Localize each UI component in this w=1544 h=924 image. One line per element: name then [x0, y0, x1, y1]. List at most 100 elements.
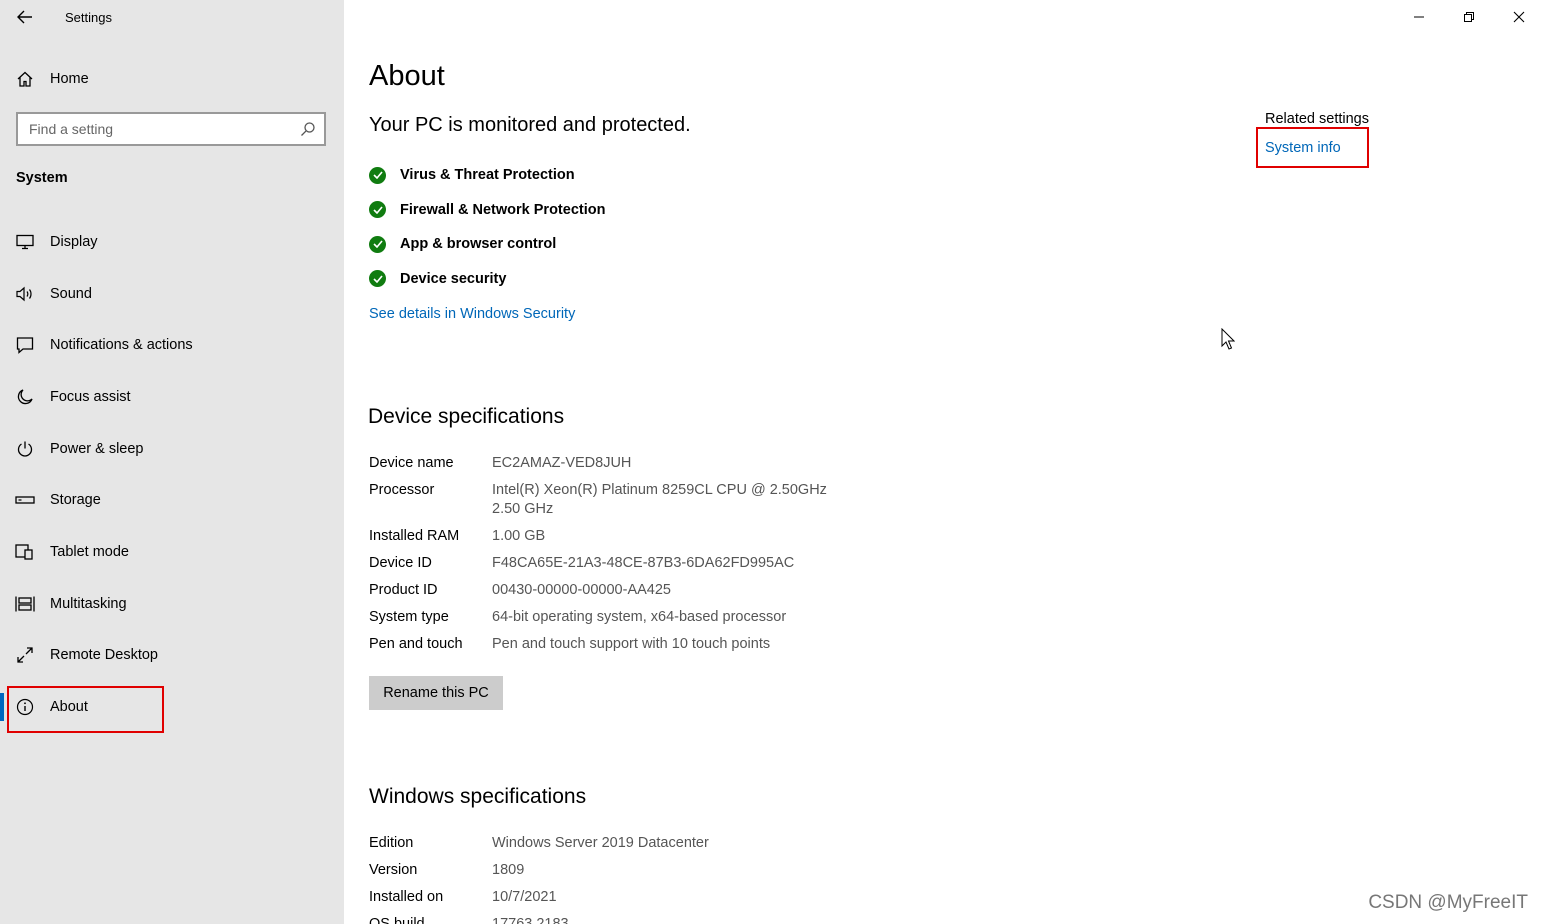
sidebar-item-display[interactable]: Display	[0, 216, 344, 268]
spec-key: Edition	[369, 835, 414, 851]
status-label: Device security	[400, 270, 507, 287]
sidebar-item-label: Remote Desktop	[50, 647, 158, 664]
back-arrow-icon	[17, 10, 32, 24]
storage-icon	[15, 490, 35, 510]
processor-name: Intel(R) Xeon(R) Platinum 8259CL CPU @ 2…	[492, 482, 827, 498]
system-info-link[interactable]: System info	[1265, 140, 1341, 156]
titlebar-left: Settings	[0, 0, 344, 36]
spec-row-pen-touch: Pen and touch Pen and touch support with…	[369, 635, 969, 654]
spec-value: 1.00 GB	[492, 528, 546, 544]
close-icon	[1513, 11, 1525, 23]
spec-key: Processor	[369, 482, 435, 498]
tablet-icon	[15, 542, 35, 562]
related-settings: Related settings	[1265, 111, 1369, 127]
sidebar-item-multitasking[interactable]: Multitasking	[0, 578, 344, 630]
search-box[interactable]	[16, 112, 326, 146]
rename-pc-button[interactable]: Rename this PC	[369, 676, 503, 710]
spec-key: Device name	[369, 455, 454, 471]
back-button[interactable]	[14, 6, 36, 28]
sidebar-item-sound[interactable]: Sound	[0, 268, 344, 320]
sidebar-item-focus-assist[interactable]: Focus assist	[0, 371, 344, 423]
status-label: App & browser control	[400, 236, 557, 253]
processor-speed: 2.50 GHz	[492, 501, 554, 517]
restore-button[interactable]	[1444, 0, 1494, 34]
minimize-icon	[1414, 16, 1424, 18]
spec-value: Windows Server 2019 Datacenter	[492, 835, 709, 851]
spec-key: Installed on	[369, 889, 444, 905]
spec-value: Pen and touch support with 10 touch poin…	[492, 636, 771, 652]
restore-icon	[1464, 12, 1474, 22]
sidebar-item-label: Notifications & actions	[50, 337, 193, 354]
windows-specs-heading: Windows specifications	[369, 785, 587, 808]
sidebar-item-remote-desktop[interactable]: Remote Desktop	[0, 630, 344, 682]
spec-value: EC2AMAZ-VED8JUH	[492, 455, 632, 471]
page-title: About	[369, 60, 445, 92]
watermark: CSDN @MyFreeIT	[1368, 892, 1528, 913]
windows-security-link[interactable]: See details in Windows Security	[369, 306, 575, 322]
spec-value: 00430-00000-00000-AA425	[492, 582, 671, 598]
spec-row-system-type: System type 64-bit operating system, x64…	[369, 608, 969, 627]
check-icon	[369, 270, 386, 288]
spec-key: Product ID	[369, 582, 438, 598]
sidebar-item-tablet-mode[interactable]: Tablet mode	[0, 526, 344, 578]
spec-key: Installed RAM	[369, 528, 460, 544]
main-content: About Your PC is monitored and protected…	[344, 0, 1544, 924]
spec-row-device-name: Device name EC2AMAZ-VED8JUH	[369, 454, 969, 473]
spec-value: 1809	[492, 862, 525, 878]
sidebar-item-storage[interactable]: Storage	[0, 474, 344, 526]
spec-row-version: Version 1809	[369, 861, 969, 880]
remote-desktop-icon	[15, 645, 35, 665]
sidebar-item-notifications[interactable]: Notifications & actions	[0, 319, 344, 371]
spec-key: Version	[369, 862, 418, 878]
spec-row-os-build: OS build 17763.2183	[369, 915, 969, 924]
status-label: Firewall & Network Protection	[400, 201, 606, 218]
mouse-cursor-icon	[1221, 328, 1235, 350]
home-icon	[15, 69, 35, 89]
status-label: Virus & Threat Protection	[400, 167, 575, 184]
window-controls	[1394, 0, 1544, 34]
sidebar-item-label: Display	[50, 233, 98, 250]
notification-icon	[15, 335, 35, 355]
spec-value: 10/7/2021	[492, 889, 557, 905]
spec-key: System type	[369, 609, 449, 625]
windows-specs-table: Edition Windows Server 2019 Datacenter V…	[369, 834, 969, 924]
spec-row-device-id: Device ID F48CA65E-21A3-48CE-87B3-6DA62F…	[369, 554, 969, 573]
search-input[interactable]	[18, 114, 288, 144]
check-icon	[369, 235, 386, 253]
spec-key: Pen and touch	[369, 636, 463, 652]
status-item: Device security	[369, 262, 605, 297]
spec-key: Device ID	[369, 555, 432, 571]
sidebar-nav-list: Display Sound Notifications & actions Fo…	[0, 216, 344, 733]
sidebar-item-power-sleep[interactable]: Power & sleep	[0, 423, 344, 475]
status-item: Firewall & Network Protection	[369, 193, 605, 228]
check-icon	[369, 201, 386, 219]
moon-icon	[15, 387, 35, 407]
protection-heading: Your PC is monitored and protected.	[369, 114, 691, 136]
spec-row-edition: Edition Windows Server 2019 Datacenter	[369, 834, 969, 853]
speaker-icon	[15, 284, 35, 304]
spec-row-installed-ram: Installed RAM 1.00 GB	[369, 527, 969, 546]
power-icon	[15, 439, 35, 459]
active-indicator	[0, 693, 4, 721]
spec-value: 17763.2183	[492, 916, 569, 924]
close-button[interactable]	[1494, 0, 1544, 34]
monitor-icon	[15, 232, 35, 252]
sidebar-item-label: Power & sleep	[50, 440, 144, 457]
status-item: Virus & Threat Protection	[369, 158, 605, 193]
status-item: App & browser control	[369, 227, 605, 262]
sidebar-item-label: Home	[50, 71, 89, 87]
sidebar-item-label: Storage	[50, 492, 101, 509]
sidebar: Settings Home System Display Sound	[0, 0, 344, 924]
sidebar-item-home[interactable]: Home	[0, 62, 344, 96]
section-label-system: System	[16, 170, 68, 186]
spec-value: Intel(R) Xeon(R) Platinum 8259CL CPU @ 2…	[492, 481, 827, 519]
search-icon[interactable]	[300, 121, 316, 137]
sidebar-item-label: Multitasking	[50, 595, 127, 612]
spec-value: F48CA65E-21A3-48CE-87B3-6DA62FD995AC	[492, 555, 795, 571]
minimize-button[interactable]	[1394, 0, 1444, 34]
related-settings-title: Related settings	[1265, 111, 1369, 127]
device-specs-heading: Device specifications	[368, 405, 565, 428]
app-title: Settings	[65, 10, 112, 25]
sidebar-item-label: Tablet mode	[50, 543, 129, 560]
spec-row-product-id: Product ID 00430-00000-00000-AA425	[369, 581, 969, 600]
